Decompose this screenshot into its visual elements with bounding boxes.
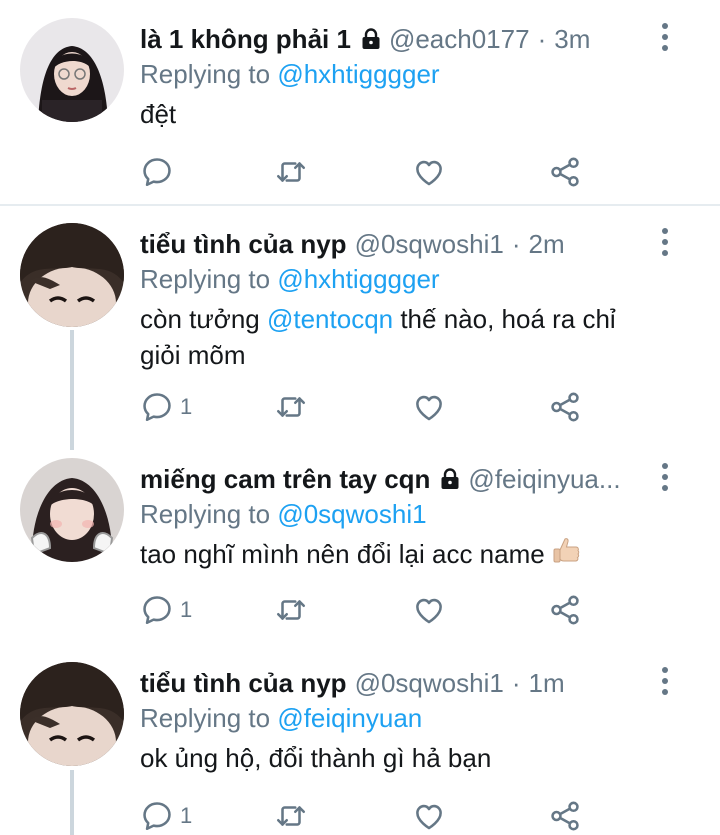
tweet-header: tiểu tình của nyp @0sqwoshi1 · 2m [140, 225, 640, 263]
avatar[interactable] [20, 223, 124, 327]
more-vertical-icon[interactable] [660, 666, 670, 696]
replying-to: Replying to @hxhtigggger [140, 57, 440, 91]
heart-icon [412, 390, 446, 424]
tweet-text: ok ủng hộ, đổi thành gì hả bạn [140, 740, 660, 776]
reply-icon [140, 799, 174, 833]
share-button[interactable] [548, 152, 582, 192]
reply-button[interactable]: 1 [140, 590, 192, 630]
share-button[interactable] [548, 590, 582, 630]
retweet-icon [274, 390, 308, 424]
tweet-header: tiểu tình của nyp @0sqwoshi1 · 1m [140, 664, 640, 702]
timestamp: 1m [528, 668, 565, 698]
reply-count: 1 [180, 394, 193, 419]
reply-icon [140, 593, 174, 627]
user-handle[interactable]: @0sqwoshi1 [355, 225, 504, 263]
avatar-photo [20, 18, 124, 122]
more-vertical-icon[interactable] [660, 22, 670, 52]
reply-icon [140, 390, 174, 424]
heart-icon [412, 155, 446, 189]
replying-prefix: Replying to [140, 264, 271, 294]
reply-button[interactable]: 1 [140, 796, 192, 835]
share-icon [548, 390, 582, 424]
tweet-text: đệt [140, 96, 660, 132]
more-vertical-icon[interactable] [660, 227, 670, 257]
replying-prefix: Replying to [140, 703, 271, 733]
like-button[interactable] [412, 796, 446, 835]
avatar[interactable] [20, 18, 124, 122]
tweet-text-content: ok ủng hộ, đổi thành gì hả bạn [140, 743, 492, 773]
replying-to: Replying to @hxhtigggger [140, 262, 440, 296]
user-handle[interactable]: @each0177 [389, 20, 530, 58]
like-button[interactable] [412, 590, 446, 630]
tweet-text-content: tao nghĩ mình nên đổi lại acc name [140, 539, 545, 569]
reply-icon [140, 155, 174, 189]
heart-icon [412, 799, 446, 833]
retweet-button[interactable] [274, 387, 308, 427]
reply-count: 1 [180, 597, 193, 622]
avatar-photo [20, 223, 124, 327]
retweet-button[interactable] [274, 796, 308, 835]
timestamp: 2m [528, 229, 565, 259]
replying-to: Replying to @feiqinyuan [140, 701, 422, 735]
tweet-actions [140, 152, 600, 192]
like-button[interactable] [412, 152, 446, 192]
tweet-header: miếng cam trên tay cqn @feiqinyua... [140, 460, 640, 498]
display-name[interactable]: là 1 không phải 1 [140, 20, 351, 58]
retweet-button[interactable] [274, 152, 308, 192]
tweet-actions: 1 [140, 590, 600, 630]
separator-dot: · [511, 229, 521, 259]
display-name[interactable]: tiểu tình của nyp [140, 664, 347, 702]
tweet-text-before: còn tưởng [140, 304, 267, 334]
avatar-photo [20, 662, 124, 766]
tweet-text: còn tưởng @tentocqn thế nào, hoá ra chỉ … [140, 301, 660, 373]
tweet-1[interactable]: là 1 không phải 1 @each0177 · 3m Replyin… [0, 0, 720, 205]
display-name[interactable]: miếng cam trên tay cqn [140, 460, 430, 498]
heart-icon [412, 593, 446, 627]
separator-dot: · [511, 668, 521, 698]
replying-mention[interactable]: @0sqwoshi1 [277, 499, 426, 529]
reply-button[interactable]: 1 [140, 387, 192, 427]
retweet-button[interactable] [274, 590, 308, 630]
share-button[interactable] [548, 796, 582, 835]
retweet-icon [274, 155, 308, 189]
tweet-text-mention[interactable]: @tentocqn [267, 304, 393, 334]
retweet-icon [274, 593, 308, 627]
separator-dot: · [537, 24, 547, 54]
tweet-text-content: đệt [140, 99, 177, 129]
like-button[interactable] [412, 387, 446, 427]
display-name[interactable]: tiểu tình của nyp [140, 225, 347, 263]
lock-icon [438, 467, 462, 491]
more-vertical-icon[interactable] [660, 462, 670, 492]
replying-mention[interactable]: @hxhtigggger [277, 59, 439, 89]
share-icon [548, 593, 582, 627]
tweet-actions: 1 [140, 796, 600, 835]
share-icon [548, 799, 582, 833]
retweet-icon [274, 799, 308, 833]
share-icon [548, 155, 582, 189]
replying-prefix: Replying to [140, 59, 271, 89]
lock-icon [359, 27, 383, 51]
avatar-photo [20, 458, 124, 562]
tweet-header: là 1 không phải 1 @each0177 · 3m [140, 20, 640, 58]
share-button[interactable] [548, 387, 582, 427]
reply-button[interactable] [140, 152, 180, 192]
avatar[interactable] [20, 458, 124, 562]
thumbs-up-icon [551, 536, 581, 568]
user-handle[interactable]: @feiqinyua... [468, 460, 620, 498]
reply-count: 1 [180, 803, 193, 828]
replying-prefix: Replying to [140, 499, 271, 529]
replying-mention[interactable]: @feiqinyuan [277, 703, 422, 733]
timestamp: 3m [554, 24, 591, 54]
tweet-text: tao nghĩ mình nên đổi lại acc name [140, 536, 660, 572]
replying-to: Replying to @0sqwoshi1 [140, 497, 427, 531]
tweet-4[interactable]: tiểu tình của nyp @0sqwoshi1 · 1m Replyi… [0, 644, 720, 835]
replying-mention[interactable]: @hxhtigggger [277, 264, 439, 294]
tweet-2[interactable]: tiểu tình của nyp @0sqwoshi1 · 2m Replyi… [0, 205, 720, 440]
user-handle[interactable]: @0sqwoshi1 [355, 664, 504, 702]
tweet-3[interactable]: miếng cam trên tay cqn @feiqinyua... Rep… [0, 440, 720, 645]
avatar[interactable] [20, 662, 124, 766]
tweet-actions: 1 [140, 387, 600, 427]
